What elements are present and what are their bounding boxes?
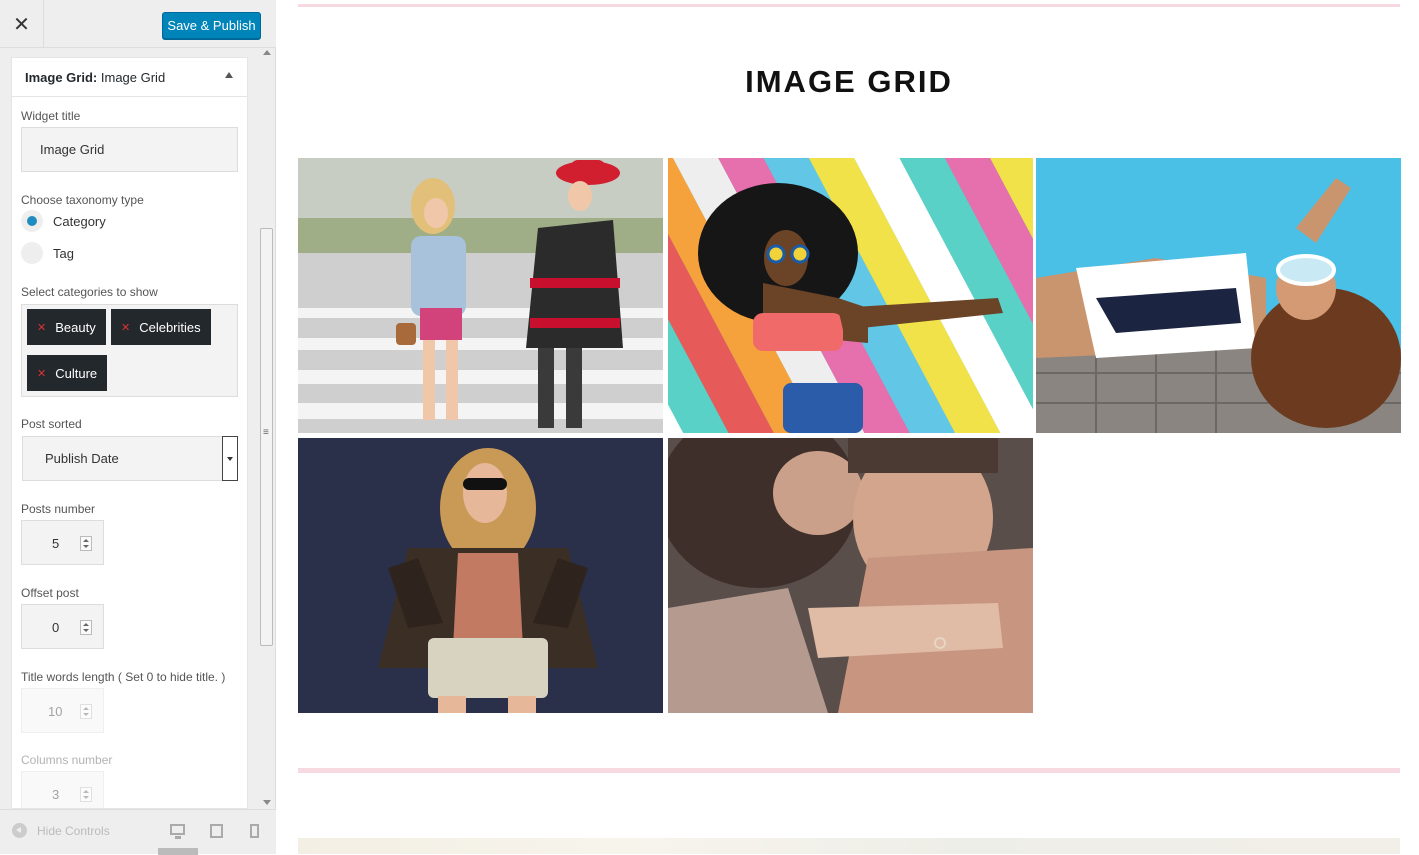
title-words-value: 10 <box>48 704 63 719</box>
chip-beauty[interactable]: ✕ Beauty <box>27 309 106 345</box>
collapse-caret-icon[interactable] <box>225 72 233 78</box>
stepper-icon[interactable] <box>80 787 92 802</box>
offset-post-label: Offset post <box>21 586 79 600</box>
photo <box>1036 158 1401 433</box>
columns-number-input[interactable]: 3 <box>21 771 104 808</box>
image-two-women-walking[interactable] <box>298 158 663 433</box>
photo <box>298 438 663 713</box>
chip-label: Beauty <box>55 319 96 335</box>
widget-header[interactable]: Image Grid: Image Grid <box>12 58 247 97</box>
collapse-left-icon <box>12 823 27 838</box>
next-section-preview <box>298 838 1400 854</box>
post-sorted-value: Publish Date <box>45 451 119 466</box>
post-sorted-select[interactable]: Publish Date <box>22 436 238 481</box>
hide-controls-label: Hide Controls <box>37 823 110 838</box>
customizer-sidebar: ✕ Save & Publish Image Grid: Image Grid … <box>0 0 276 855</box>
taxonomy-label: Choose taxonomy type <box>21 193 144 207</box>
stepper-icon[interactable] <box>80 536 92 551</box>
hide-controls-button[interactable]: Hide Controls <box>12 823 110 838</box>
stepper-icon[interactable] <box>80 704 92 719</box>
radio-category[interactable] <box>21 210 43 232</box>
scroll-down-icon[interactable] <box>263 800 271 805</box>
title-words-input[interactable]: 10 <box>21 688 104 733</box>
post-sorted-label: Post sorted <box>21 417 82 431</box>
widget-type: Image Grid: <box>25 70 98 85</box>
close-icon[interactable]: ✕ <box>0 0 44 48</box>
image-woman-swimsuit-pool[interactable] <box>1036 158 1401 433</box>
chip-label: Celebrities <box>139 319 201 335</box>
chip-label: Culture <box>55 365 98 381</box>
site-preview: IMAGE GRID <box>276 0 1419 854</box>
photo <box>668 158 1033 433</box>
section-title: IMAGE GRID <box>745 64 953 99</box>
tablet-icon[interactable] <box>210 824 223 838</box>
remove-icon[interactable]: ✕ <box>121 321 130 334</box>
title-words-label: Title words length ( Set 0 to hide title… <box>21 670 226 684</box>
save-publish-button[interactable]: Save & Publish <box>162 12 261 39</box>
offset-post-input[interactable]: 0 <box>21 604 104 649</box>
sidebar-scrollbar[interactable] <box>259 48 274 809</box>
chip-culture[interactable]: ✕ Culture <box>27 355 108 391</box>
customizer-header: ✕ Save & Publish <box>0 0 276 48</box>
photo <box>668 438 1033 713</box>
radio-tag[interactable] <box>21 242 43 264</box>
remove-icon[interactable]: ✕ <box>37 321 46 334</box>
posts-number-label: Posts number <box>21 502 96 516</box>
mobile-icon[interactable] <box>250 824 259 838</box>
remove-icon[interactable]: ✕ <box>37 367 46 380</box>
scrollbar-thumb[interactable] <box>260 228 273 646</box>
radio-category-label: Category <box>53 214 106 229</box>
widget-name: Image Grid <box>100 70 166 85</box>
stepper-icon[interactable] <box>80 620 92 635</box>
scroll-up-icon[interactable] <box>263 50 271 55</box>
photo <box>298 158 663 433</box>
chip-celebrities[interactable]: ✕ Celebrities <box>111 309 211 345</box>
chevron-down-icon[interactable] <box>222 436 238 481</box>
posts-number-value: 5 <box>52 536 60 551</box>
radio-tag-label: Tag <box>53 246 74 261</box>
desktop-icon[interactable] <box>170 824 185 839</box>
widget-title-input[interactable]: Image Grid <box>21 127 238 172</box>
section-divider <box>298 4 1400 7</box>
widget-title-label: Widget title <box>21 109 81 123</box>
columns-number-value: 3 <box>52 787 60 802</box>
widget-panel: Image Grid: Image Grid Widget title Imag… <box>11 57 248 809</box>
image-woman-colorful-planks[interactable] <box>668 158 1033 433</box>
columns-number-label: Columns number <box>21 753 113 767</box>
posts-number-input[interactable]: 5 <box>21 520 104 565</box>
offset-post-value: 0 <box>52 620 60 635</box>
categories-select[interactable]: ✕ Beauty ✕ Celebrities ✕ Culture <box>21 304 238 397</box>
section-divider <box>298 768 1400 773</box>
customizer-footer: Hide Controls <box>0 809 276 855</box>
categories-label: Select categories to show <box>21 285 158 299</box>
image-couple-embrace[interactable] <box>668 438 1033 713</box>
image-woman-leather-jacket[interactable] <box>298 438 663 713</box>
